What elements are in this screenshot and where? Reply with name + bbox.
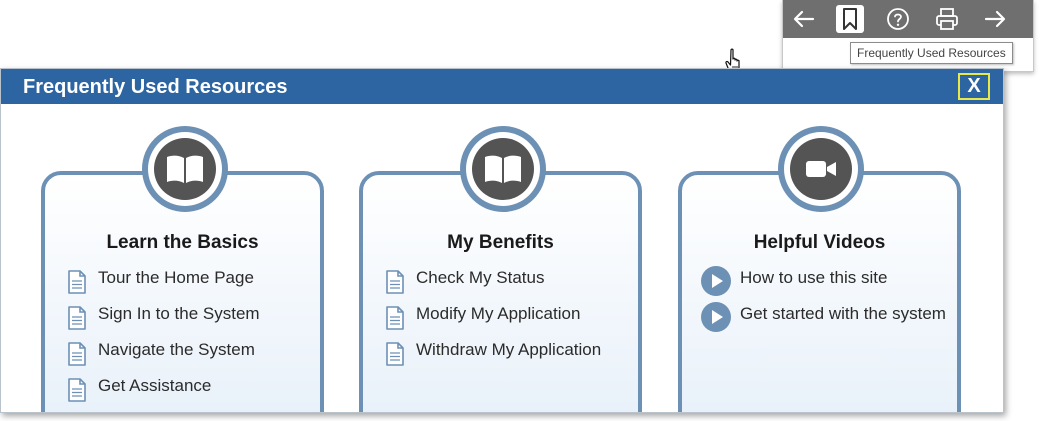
- video-list: How to use this site Get started with th…: [701, 266, 960, 336]
- bookmark-icon: [843, 8, 857, 30]
- print-button[interactable]: [933, 5, 961, 33]
- book-icon: [167, 155, 203, 183]
- link-list: Check My Status Modify My Application Wi…: [385, 268, 636, 376]
- list-item[interactable]: Get started with the system: [701, 302, 960, 332]
- arrow-left-icon: [793, 10, 815, 28]
- link-label: Get Assistance: [98, 376, 212, 395]
- link-label: Get started with the system: [740, 304, 946, 323]
- dialog-title: Frequently Used Resources: [23, 76, 288, 98]
- link-label: Navigate the System: [98, 340, 255, 359]
- toolbar: [783, 0, 1033, 38]
- list-item[interactable]: Tour the Home Page: [67, 268, 318, 294]
- list-item[interactable]: Get Assistance: [67, 376, 318, 402]
- my-benefits-badge: [460, 126, 546, 212]
- list-item[interactable]: Sign In to the System: [67, 304, 318, 330]
- video-camera-icon: [806, 161, 836, 177]
- document-icon: [386, 306, 404, 330]
- book-icon: [485, 155, 521, 183]
- list-item[interactable]: How to use this site: [701, 266, 960, 296]
- card-title: My Benefits: [447, 232, 554, 253]
- document-icon: [386, 342, 404, 366]
- document-icon: [68, 306, 86, 330]
- back-button[interactable]: [790, 5, 818, 33]
- resources-dialog: Frequently Used Resources X Learn the Ba…: [0, 68, 1004, 413]
- help-button[interactable]: [884, 5, 912, 33]
- link-label: Withdraw My Application: [416, 340, 602, 359]
- link-label: Tour the Home Page: [98, 268, 254, 287]
- document-icon: [68, 378, 86, 402]
- close-button[interactable]: X: [958, 73, 990, 100]
- document-icon: [68, 270, 86, 294]
- document-icon: [68, 342, 86, 366]
- play-icon: [701, 266, 731, 296]
- list-item[interactable]: Modify My Application: [385, 304, 636, 330]
- link-label: Sign In to the System: [98, 304, 260, 323]
- list-item[interactable]: Withdraw My Application: [385, 340, 636, 366]
- link-list: Tour the Home Page Sign In to the System…: [67, 268, 318, 412]
- bookmark-button[interactable]: [836, 5, 864, 33]
- card-title: Helpful Videos: [753, 232, 886, 253]
- link-label: Check My Status: [416, 268, 545, 287]
- forward-button[interactable]: [981, 5, 1009, 33]
- dialog-header: Frequently Used Resources X: [1, 69, 1003, 104]
- bookmark-tooltip: Frequently Used Resources: [850, 42, 1013, 64]
- print-icon: [936, 8, 958, 30]
- link-label: Modify My Application: [416, 304, 581, 323]
- helpful-videos-badge: [778, 126, 864, 212]
- learn-basics-badge: [142, 126, 228, 212]
- help-icon: [887, 8, 909, 30]
- play-icon: [701, 302, 731, 332]
- card-title: Learn the Basics: [106, 232, 259, 253]
- document-icon: [386, 270, 404, 294]
- list-item[interactable]: Navigate the System: [67, 340, 318, 366]
- toolbar-panel: Frequently Used Resources: [782, 0, 1034, 72]
- arrow-right-icon: [984, 10, 1006, 28]
- list-item[interactable]: Check My Status: [385, 268, 636, 294]
- link-label: How to use this site: [740, 268, 888, 287]
